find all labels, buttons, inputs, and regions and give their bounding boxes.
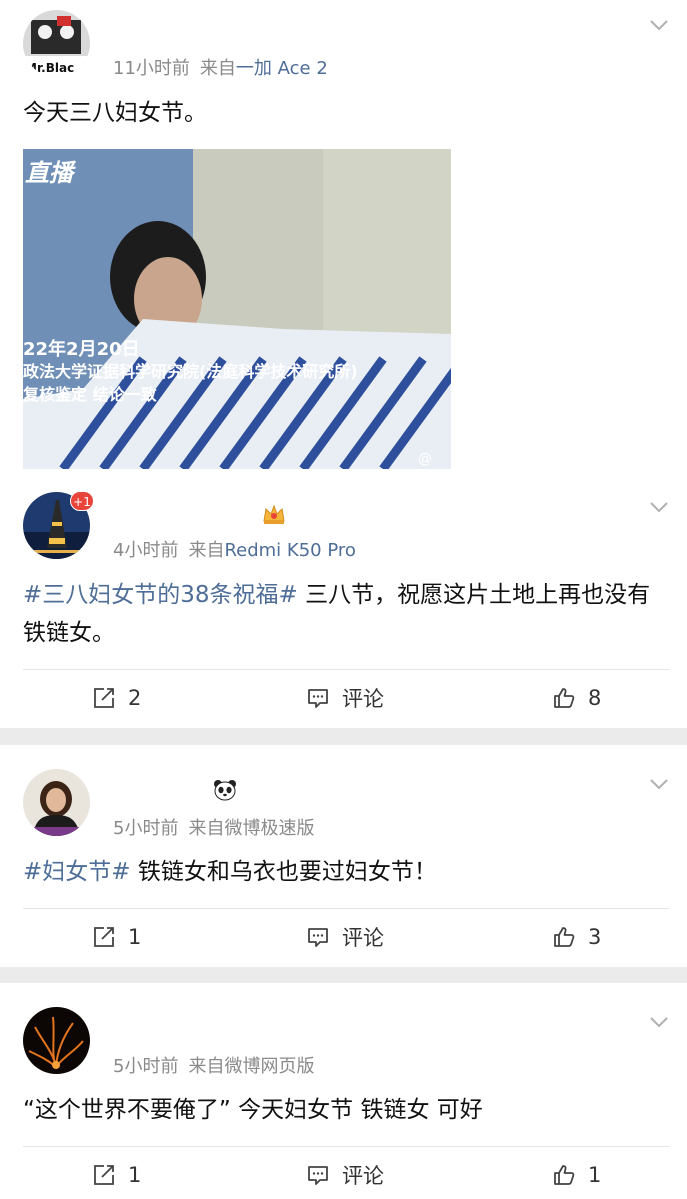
post-text: “这个世界不要俺了” 今天妇女节 铁链女 可好	[23, 1097, 483, 1123]
image-watermark: @	[418, 451, 432, 467]
comment-button[interactable]: 评论	[306, 1160, 384, 1190]
share-button[interactable]: 2	[92, 683, 141, 713]
like-count: 3	[588, 925, 602, 949]
like-button[interactable]: 8	[552, 683, 601, 713]
post-meta: 11小时前 来自一加 Ace 2	[113, 54, 328, 80]
post-meta: 5小时前 来自微博网页版	[113, 1052, 314, 1078]
post-text: #三八妇女节的38条祝福# 三八节，祝愿这片土地上再也没有铁链女。	[23, 576, 673, 652]
post-text: #妇女节# 铁链女和乌衣也要过妇女节！	[23, 853, 673, 891]
comment-icon	[308, 928, 328, 947]
image-caption-line2: 复核鉴定 结论一致	[23, 385, 158, 404]
like-button[interactable]: 3	[552, 922, 601, 952]
post-time: 5小时前	[113, 1056, 179, 1077]
post-source-prefix: 来自	[188, 1056, 225, 1077]
share-icon	[94, 927, 114, 947]
post-source[interactable]: 微博网页版	[224, 1056, 314, 1077]
comment-label: 评论	[342, 926, 384, 950]
like-count: 8	[588, 686, 602, 710]
crown-icon	[262, 503, 286, 530]
comment-button[interactable]: 评论	[306, 922, 384, 952]
chevron-down-icon[interactable]	[649, 777, 669, 791]
share-count: 2	[128, 686, 142, 710]
like-icon	[554, 927, 575, 947]
share-count: 1	[128, 925, 142, 949]
like-count: 1	[588, 1163, 602, 1187]
share-button[interactable]: 1	[92, 1160, 141, 1190]
avatar-text: Mr.Blac	[25, 61, 74, 75]
share-icon	[94, 1165, 114, 1185]
post-card: 5小时前 来自微博极速版 #妇女节# 铁链女和乌衣也要过妇女节！ 1 评论 3	[0, 745, 687, 967]
post-meta: 5小时前 来自微博极速版	[113, 814, 314, 840]
action-bar: 1 评论 3	[0, 922, 687, 952]
comment-button[interactable]: 评论	[306, 683, 384, 713]
post-time: 4小时前	[113, 540, 179, 561]
post-text: 今天三八妇女节。	[23, 100, 207, 126]
chevron-down-icon[interactable]	[649, 18, 669, 32]
notification-badge: +1	[70, 491, 94, 511]
avatar[interactable]: Mr.Blac	[23, 10, 90, 77]
post-source[interactable]: 微博极速版	[224, 818, 314, 839]
hashtag-link[interactable]: #妇女节#	[23, 859, 131, 885]
image-date: 22年2月20日	[23, 338, 140, 360]
post-meta: 4小时前 来自Redmi K50 Pro	[113, 536, 356, 562]
panda-icon	[213, 779, 237, 806]
divider	[23, 1146, 669, 1147]
share-count: 1	[128, 1163, 142, 1187]
post-source-prefix: 来自	[188, 818, 225, 839]
image-caption-line1: 政法大学证据科学研究院(法庭科学技术研究所)	[23, 362, 358, 381]
post-card: Mr.Blac 11小时前 来自一加 Ace 2 今天三八妇女节。 直播 22年…	[0, 0, 687, 482]
chevron-down-icon[interactable]	[649, 500, 669, 514]
hashtag-link[interactable]: #三八妇女节的38条祝福#	[23, 582, 298, 608]
post-time: 5小时前	[113, 818, 179, 839]
post-source[interactable]: 一加 Ace 2	[236, 58, 328, 79]
post-source-prefix: 来自	[199, 58, 236, 79]
image-corner-label: 直播	[25, 159, 77, 187]
comment-icon	[308, 689, 328, 708]
like-icon	[554, 688, 575, 708]
share-icon	[94, 688, 114, 708]
post-card: +1 4小时前 来自Redmi K50 Pro #三八妇女节的38条祝福# 三八节…	[0, 482, 687, 728]
post-image[interactable]: 直播 22年2月20日 政法大学证据科学研究院(法庭科学技术研究所) 复核鉴定 …	[23, 149, 451, 469]
like-button[interactable]: 1	[552, 1160, 601, 1190]
post-source[interactable]: Redmi K50 Pro	[224, 540, 355, 561]
post-body: 铁链女和乌衣也要过妇女节！	[130, 859, 437, 885]
comment-icon	[308, 1166, 328, 1185]
divider	[23, 669, 669, 670]
post-source-prefix: 来自	[188, 540, 225, 561]
share-button[interactable]: 1	[92, 922, 141, 952]
like-icon	[554, 1165, 575, 1185]
post-time: 11小时前	[113, 58, 190, 79]
chevron-down-icon[interactable]	[649, 1015, 669, 1029]
comment-label: 评论	[342, 1164, 384, 1188]
divider	[23, 908, 669, 909]
comment-label: 评论	[342, 687, 384, 711]
post-card: 5小时前 来自微博网页版 “这个世界不要俺了” 今天妇女节 铁链女 可好 1 评论…	[0, 983, 687, 1199]
avatar[interactable]	[23, 1007, 90, 1074]
action-bar: 2 评论 8	[0, 683, 687, 713]
action-bar: 1 评论 1	[0, 1160, 687, 1190]
avatar[interactable]	[23, 769, 90, 836]
